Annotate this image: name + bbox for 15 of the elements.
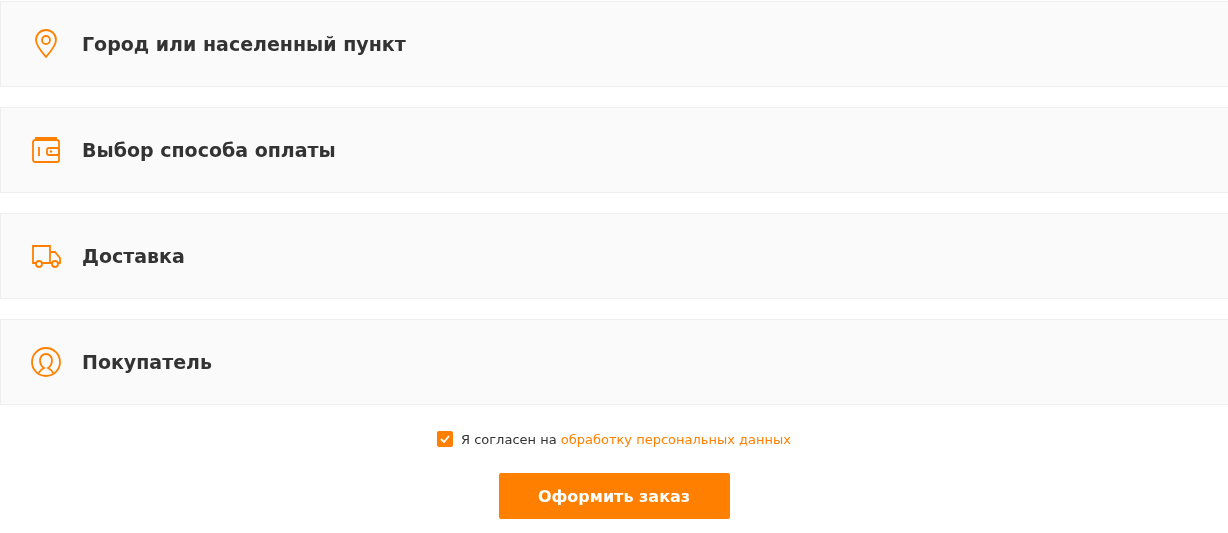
section-header[interactable]: Город или населенный пункт (0, 1, 1228, 87)
section-header[interactable]: Выбор способа оплаты (0, 107, 1228, 193)
consent-checkbox[interactable] (437, 431, 453, 447)
section-title: Выбор способа оплаты (82, 139, 336, 161)
section-title: Доставка (82, 245, 185, 267)
location-pin-icon (33, 29, 59, 59)
section-header[interactable]: Доставка (0, 213, 1228, 299)
wallet-icon (31, 136, 61, 164)
section-title: Покупатель (82, 351, 212, 373)
section-title: Город или населенный пункт (82, 33, 406, 55)
check-icon (440, 435, 450, 443)
section-header[interactable]: Покупатель (0, 319, 1228, 405)
consent-text: Я согласен на обработку персональных данных (461, 431, 791, 447)
truck-icon (30, 243, 62, 269)
user-icon (30, 346, 62, 378)
